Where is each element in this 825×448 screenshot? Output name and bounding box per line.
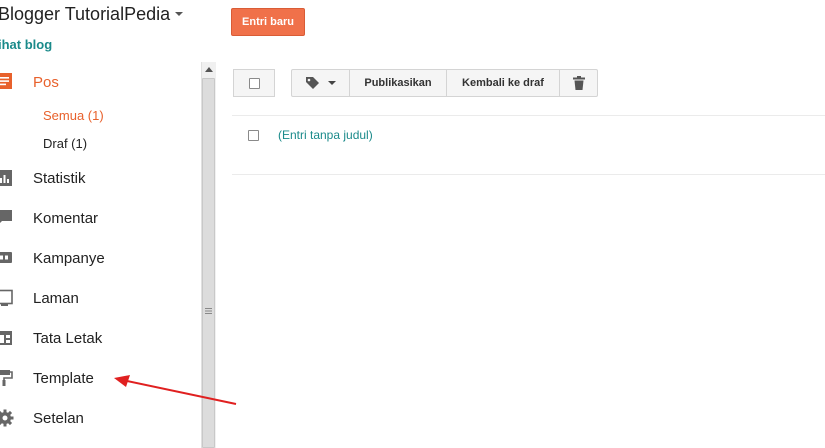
annotation-arrow [114,375,237,405]
ad-icon [0,252,12,263]
blog-switcher-caret-icon[interactable] [175,12,183,16]
label-dropdown-button[interactable] [291,69,350,97]
comment-icon [0,210,12,223]
gear-icon [0,409,14,427]
chevron-down-icon [327,81,336,85]
pages-icon [0,289,13,306]
publish-button[interactable]: Publikasikan [349,69,447,97]
sidebar-item-label: Setelan [33,409,84,427]
delete-button[interactable] [559,69,598,97]
post-title-link[interactable]: (Entri tanpa judul) [278,128,373,142]
sidebar-item-label: Kampanye [33,249,105,267]
sidebar-item-label: Komentar [33,209,99,227]
posts-icon [0,73,12,89]
sidebar-subitem-all[interactable]: Semua (1) [43,108,104,123]
list-divider [232,174,825,175]
scrollbar-grip-icon [205,308,212,314]
post-checkbox[interactable] [248,130,259,141]
stats-icon [0,170,12,186]
sidebar-item-label: Laman [33,289,79,307]
sidebar-item-label: Tata Letak [33,329,103,347]
new-post-button[interactable]: Entri baru [231,8,305,36]
sidebar-item-label: Template [33,369,94,387]
select-all-checkbox[interactable] [248,77,260,89]
sidebar-item-label: Statistik [33,169,86,187]
sidebar-item-label: Pos [33,73,59,91]
layout-icon [0,331,12,345]
view-blog-link[interactable]: ihat blog [0,37,52,52]
tag-icon [305,77,319,89]
sidebar-subitem-drafts[interactable]: Draf (1) [43,136,87,151]
select-all-checkbox-button[interactable] [233,69,275,97]
paint-roller-icon [0,370,13,386]
revert-to-draft-button[interactable]: Kembali ke draf [446,69,560,97]
scroll-up-arrow-icon[interactable] [201,62,216,76]
trash-icon [572,76,585,90]
list-divider [232,115,825,116]
blog-title[interactable]: Blogger TutorialPedia [0,4,170,25]
